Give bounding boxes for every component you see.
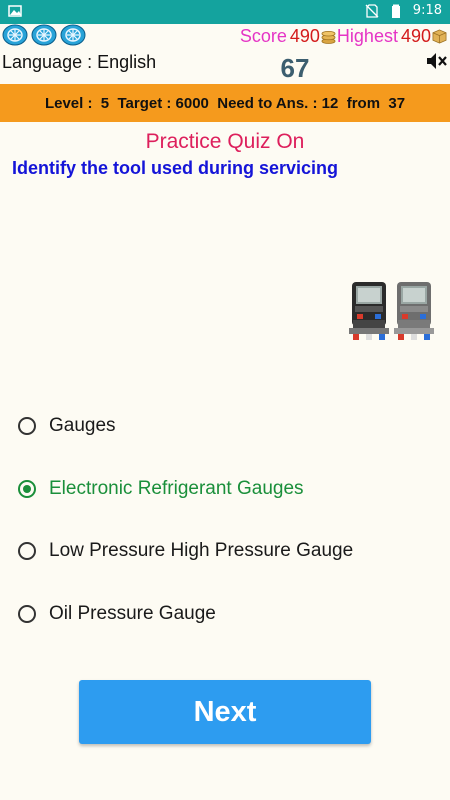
highest-value: 490 — [400, 26, 431, 46]
quiz-title: Practice Quiz On — [145, 130, 305, 153]
level-bar: Level : 5 Target : 6000 Need to Ans. : 1… — [0, 84, 450, 122]
answer-option-label: Low Pressure High Pressure Gauge — [49, 540, 354, 562]
answer-option[interactable]: Gauges — [18, 395, 438, 458]
box-icon — [432, 29, 447, 44]
radio-button[interactable] — [18, 479, 36, 498]
bubble-group — [2, 24, 86, 46]
radio-button[interactable] — [18, 604, 36, 623]
no-sim-icon — [365, 3, 379, 18]
score-label: Score — [239, 26, 287, 46]
answer-option[interactable]: Low Pressure High Pressure Gauge — [18, 520, 438, 583]
answer-option-label: Gauges — [49, 415, 116, 437]
status-time: 9:18 — [412, 3, 442, 18]
snowflake-bubble-icon[interactable] — [2, 24, 28, 46]
mute-icon[interactable] — [424, 50, 448, 72]
score-line: Score 490 Highest 490 — [240, 26, 448, 47]
refrigerant-gauges-image — [349, 282, 434, 340]
radio-button[interactable] — [18, 542, 36, 561]
battery-icon — [391, 4, 400, 18]
highest-label: Highest — [336, 26, 398, 46]
snowflake-bubble-icon[interactable] — [31, 24, 57, 46]
status-bar: 9:18 — [0, 0, 450, 24]
question-text: Identify the tool used during servicing — [12, 158, 339, 178]
coins-icon — [321, 30, 336, 44]
question-counter: 67 — [280, 53, 310, 83]
answer-option[interactable]: Electronic Refrigerant Gauges — [18, 458, 438, 521]
answer-option-label: Oil Pressure Gauge — [49, 602, 216, 624]
next-button[interactable]: Next — [79, 680, 371, 744]
picture-icon — [8, 5, 22, 17]
snowflake-bubble-icon[interactable] — [60, 24, 86, 46]
answer-options: Gauges Electronic Refrigerant Gauges Low… — [18, 395, 438, 645]
score-value: 490 — [289, 26, 320, 46]
top-row: Score 490 Highest 490 — [0, 24, 450, 50]
answer-option[interactable]: Oil Pressure Gauge — [18, 583, 438, 646]
radio-button[interactable] — [18, 417, 36, 436]
answer-option-label: Electronic Refrigerant Gauges — [49, 477, 304, 499]
